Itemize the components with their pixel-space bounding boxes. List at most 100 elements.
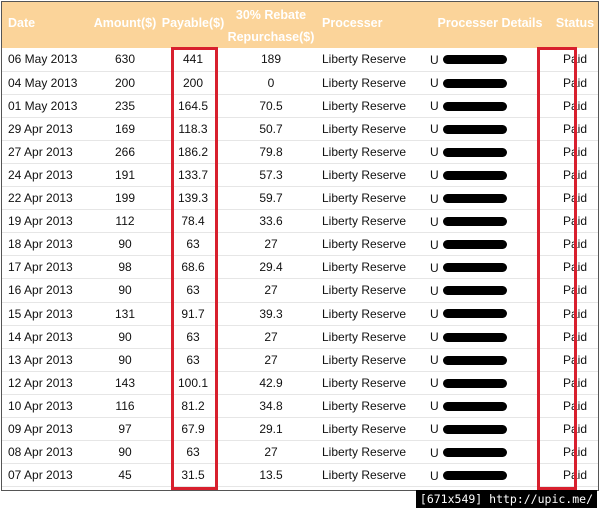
cell-status: Paid (562, 283, 588, 298)
account-prefix: U (430, 99, 439, 114)
table-row: 17 Apr 2013 98 68.6 29.4 Liberty Reserve U Pai… (2, 256, 598, 279)
cell-processer: Liberty Reserve (322, 468, 407, 483)
cell-amount: 191 (114, 168, 136, 183)
cell-status: Paid (562, 237, 588, 252)
table-header-row: Date Amount($) Payable($) 30% Rebate Rep… (2, 2, 598, 48)
cell-processer: Liberty Reserve (322, 260, 407, 275)
cell-date: 14 Apr 2013 (8, 329, 73, 344)
account-prefix: U (430, 191, 439, 206)
account-prefix: U (430, 283, 439, 298)
cell-payable: 63 (186, 237, 200, 252)
cell-amount: 630 (114, 52, 136, 67)
cell-date: 08 Apr 2013 (8, 445, 73, 460)
cell-payable: 63 (186, 329, 200, 344)
redaction-bar (442, 240, 507, 250)
redaction-bar (442, 55, 507, 65)
cell-processer-details: U (426, 233, 550, 256)
cell-processer: Liberty Reserve (322, 214, 407, 229)
cell-date: 16 Apr 2013 (8, 283, 73, 298)
cell-date: 10 Apr 2013 (8, 398, 73, 413)
cell-status: Paid (562, 260, 588, 275)
account-prefix: U (430, 468, 439, 483)
cell-amount: 266 (114, 144, 136, 159)
cell-processer-details: U (426, 117, 550, 140)
cell-payable: 81.2 (181, 398, 205, 413)
cell-status: Paid (562, 52, 588, 67)
cell-processer-details: U (426, 94, 550, 117)
cell-processer-details: U (426, 279, 550, 302)
cell-payable: 186.2 (177, 144, 209, 159)
table-row: 10 Apr 2013 116 81.2 34.8 Liberty Reserve U Pa… (2, 394, 598, 418)
cell-processer: Liberty Reserve (322, 375, 407, 390)
cell-processer: Liberty Reserve (322, 306, 407, 321)
cell-rebate: 27 (264, 352, 278, 367)
account-prefix: U (430, 306, 439, 321)
cell-processer-details: U (426, 464, 550, 487)
cell-rebate: 59.7 (259, 191, 283, 206)
redaction-bar (442, 194, 507, 204)
cell-payable: 441 (182, 52, 204, 67)
redaction-bar (442, 217, 507, 227)
cell-processer-details: U (426, 256, 550, 279)
table-row: 29 Apr 2013 169 118.3 50.7 Liberty Reserve U P… (2, 117, 598, 141)
payment-history-panel: Date Amount($) Payable($) 30% Rebate Rep… (1, 1, 599, 491)
cell-payable: 91.7 (181, 306, 205, 321)
cell-rebate: 27 (264, 283, 278, 298)
table-row: 22 Apr 2013 199 139.3 59.7 Liberty Reserve U P… (2, 187, 598, 210)
cell-payable: 133.7 (177, 168, 209, 183)
cell-payable: 139.3 (177, 191, 209, 206)
cell-rebate: 34.8 (259, 398, 283, 413)
cell-date: 12 Apr 2013 (8, 375, 73, 390)
cell-processer-details: U (426, 210, 550, 233)
cell-processer: Liberty Reserve (322, 75, 407, 90)
redaction-bar (442, 355, 507, 365)
table-row: 18 Apr 2013 90 63 27 Liberty Reserve U Paid (2, 233, 598, 256)
redaction-bar (442, 448, 507, 458)
cell-status: Paid (562, 445, 588, 460)
cell-amount: 90 (118, 329, 132, 344)
cell-rebate: 29.1 (259, 422, 283, 437)
table-row: 27 Apr 2013 266 186.2 79.8 Liberty Reserve U P… (2, 140, 598, 164)
header-payable: Payable($) (161, 16, 225, 30)
cell-date: 15 Apr 2013 (8, 306, 73, 321)
cell-rebate: 0 (267, 75, 275, 90)
cell-processer-details: U (426, 48, 550, 71)
cell-rebate: 13.5 (259, 468, 283, 483)
image-host-watermark: [671x549] http://upic.me/ (415, 490, 597, 508)
table-row: 09 Apr 2013 97 67.9 29.1 Liberty Reserve U Pai… (2, 418, 598, 441)
cell-processer: Liberty Reserve (322, 98, 407, 113)
table-row: 06 May 2013 630 441 189 Liberty Reserve U Paid (2, 48, 598, 72)
cell-status: Paid (562, 75, 588, 90)
cell-processer: Liberty Reserve (322, 144, 407, 159)
cell-processer-details: U (426, 418, 550, 441)
header-amount: Amount($) (93, 16, 157, 30)
cell-processer-details: U (426, 163, 550, 186)
cell-processer-details: U (426, 140, 550, 163)
cell-rebate: 27 (264, 445, 278, 460)
cell-processer: Liberty Reserve (322, 398, 407, 413)
cell-processer-details: U (426, 348, 550, 371)
cell-date: 17 Apr 2013 (8, 260, 73, 275)
cell-processer-details: U (426, 441, 550, 464)
cell-processer: Liberty Reserve (322, 329, 407, 344)
cell-status: Paid (562, 306, 588, 321)
redaction-bar (442, 332, 507, 342)
cell-amount: 200 (114, 75, 136, 90)
cell-status: Paid (562, 375, 588, 390)
account-prefix: U (430, 214, 439, 229)
cell-payable: 118.3 (178, 121, 208, 136)
redaction-bar (442, 378, 507, 388)
cell-processer: Liberty Reserve (322, 168, 407, 183)
cell-amount: 116 (115, 398, 135, 413)
table-row: 12 Apr 2013 143 100.1 42.9 Liberty Reserve U P… (2, 371, 598, 395)
cell-date: 07 Apr 2013 (8, 468, 73, 483)
cell-date: 04 May 2013 (8, 75, 78, 90)
header-rebate: 30% Rebate Repurchase($) (226, 2, 316, 48)
cell-rebate: 79.8 (259, 144, 283, 159)
cell-amount: 97 (118, 422, 132, 437)
redaction-bar (442, 401, 507, 411)
cell-payable: 31.5 (181, 468, 205, 483)
redaction-bar (442, 309, 507, 319)
cell-date: 13 Apr 2013 (8, 352, 73, 367)
redaction-bar (442, 101, 507, 111)
